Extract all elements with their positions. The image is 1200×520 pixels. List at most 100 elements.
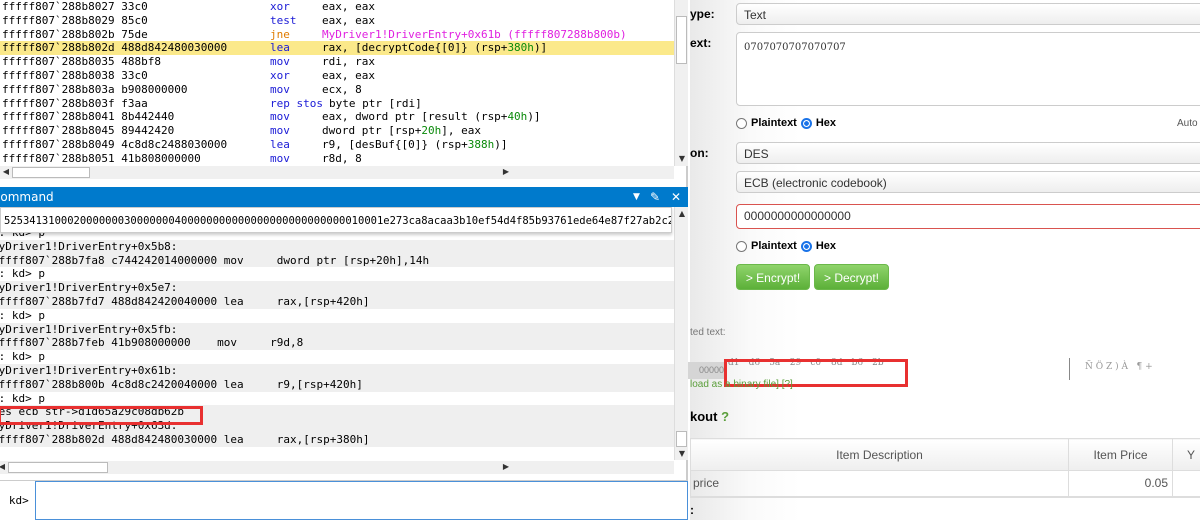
plaintext-radio[interactable] bbox=[736, 240, 747, 252]
ascii-view: Ñ Ö Z ) À ¶ + bbox=[1085, 362, 1153, 372]
col-extra: Y bbox=[1172, 438, 1200, 471]
disassembly-row[interactable]: fffff807`288b8035 488bf8 mov rdi, rax bbox=[0, 55, 674, 69]
input-text-area[interactable]: 0707070707070707 bbox=[736, 32, 1200, 106]
output-line: fffff807`288b802d 488d842480030000 lea r… bbox=[0, 432, 674, 447]
instruction-address: fffff807`288b8045 bbox=[2, 124, 115, 138]
disassembly-row[interactable]: fffff807`288b8041 8b442440 mov eax, dword … bbox=[0, 110, 674, 124]
disassembly-row[interactable]: fffff807`288b8038 33c0 xor eax, eax bbox=[0, 69, 674, 83]
disassembly-row[interactable]: fffff807`288b802d 488d842480030000 lea rax… bbox=[0, 41, 674, 56]
disassembly-row[interactable]: fffff807`288b8045 89442420 mov dword ptr [… bbox=[0, 124, 674, 138]
des-tool-page: ype: Text ext: 0707070707070707 Plaintex… bbox=[686, 0, 1200, 520]
col-description: Item Description bbox=[690, 438, 1069, 471]
scroll-down-icon[interactable]: ▼ bbox=[676, 449, 688, 458]
instruction-operands: MyDriver1!DriverEntry+0x61b (fffff807288… bbox=[322, 27, 627, 41]
radio-label: Plaintext bbox=[751, 240, 797, 252]
instruction-address: fffff807`288b802d bbox=[2, 41, 115, 55]
plaintext-radio[interactable] bbox=[736, 117, 747, 129]
hex-radio[interactable] bbox=[800, 240, 812, 252]
instruction-address: fffff807`288b8035 bbox=[2, 55, 115, 69]
output-line: MyDriver1!DriverEntry+0x5fb: bbox=[0, 322, 674, 337]
instruction-bytes: 33c0 bbox=[121, 0, 148, 13]
mode-select[interactable]: ECB (electronic codebook) bbox=[736, 171, 1200, 193]
instruction-mnemonic: xor bbox=[270, 68, 290, 82]
scroll-right-icon[interactable]: ▶ bbox=[500, 462, 512, 471]
scroll-thumb[interactable] bbox=[12, 167, 90, 178]
command-input[interactable] bbox=[35, 481, 688, 520]
disassembly-row[interactable]: fffff807`288b803f f3aa rep stos byte ptr [… bbox=[0, 97, 674, 111]
instruction-bytes: 75de bbox=[121, 27, 148, 41]
command-history-input[interactable]: 5253413100020000000300000004000000000000… bbox=[0, 207, 672, 233]
checkout-heading: kout ? bbox=[690, 409, 729, 424]
instruction-bytes: 8b442440 bbox=[121, 110, 175, 124]
disassembly-vscroll[interactable]: ▼ bbox=[674, 0, 688, 166]
instruction-operands: eax, eax bbox=[322, 0, 375, 13]
instruction-operands: byte ptr [rdi] bbox=[328, 96, 422, 110]
scroll-thumb[interactable] bbox=[676, 431, 687, 447]
function-label: on: bbox=[690, 146, 709, 160]
input-type-select[interactable]: Text bbox=[736, 3, 1200, 25]
command-prompt: 2: kd> bbox=[0, 480, 688, 520]
scroll-thumb[interactable] bbox=[8, 462, 108, 473]
scroll-thumb[interactable] bbox=[676, 16, 687, 64]
checkout-table: Item Description Item Price Y price 0.05 bbox=[690, 438, 1200, 498]
key-format-radio: Plaintext Hex bbox=[736, 240, 836, 252]
hex-radio[interactable] bbox=[800, 117, 812, 129]
instruction-bytes: 33c0 bbox=[121, 68, 148, 82]
item-price: 0.05 bbox=[1068, 470, 1173, 498]
footer-label: : bbox=[690, 503, 694, 517]
decrypt-button[interactable]: > Decrypt! bbox=[814, 264, 889, 290]
scroll-down-icon[interactable]: ▼ bbox=[676, 154, 688, 163]
instruction-address: fffff807`288b8027 bbox=[2, 0, 115, 13]
instruction-operands: dword ptr [rsp+20h], eax bbox=[322, 124, 481, 138]
instruction-operands: r8d, 8 bbox=[322, 151, 362, 165]
instruction-mnemonic: mov bbox=[270, 124, 290, 138]
instruction-bytes: f3aa bbox=[121, 96, 148, 110]
command-titlebar: Command ▼ ✎ ✕ bbox=[0, 187, 688, 207]
instruction-mnemonic: mov bbox=[270, 110, 290, 124]
instruction-bytes: 4c8d8c2488030000 bbox=[121, 137, 228, 151]
instruction-address: fffff807`288b802b bbox=[2, 27, 115, 41]
disassembly-hscroll[interactable]: ◀ ▶ bbox=[0, 166, 674, 179]
instruction-bytes: 488bf8 bbox=[121, 55, 161, 69]
download-link[interactable]: load as a binary file] [?] bbox=[690, 379, 793, 390]
scroll-right-icon[interactable]: ▶ bbox=[500, 167, 512, 176]
windbg-window: fffff807`288b8027 33c0 xor eax, eax fffff80… bbox=[0, 0, 688, 520]
function-select[interactable]: DES bbox=[736, 142, 1200, 164]
pin-icon[interactable]: ✎ bbox=[650, 187, 660, 207]
instruction-address: fffff807`288b8038 bbox=[2, 68, 115, 82]
prompt-line: 2: kd> p bbox=[0, 308, 674, 323]
scroll-left-icon[interactable]: ◀ bbox=[0, 167, 12, 176]
disassembly-row[interactable]: fffff807`288b8051 41b808000000 mov r8d, 8 bbox=[0, 152, 674, 166]
instruction-mnemonic: lea bbox=[270, 41, 290, 55]
scroll-left-icon[interactable]: ◀ bbox=[0, 462, 8, 471]
disassembly-row[interactable]: fffff807`288b802b 75de jne MyDriver1!Drive… bbox=[0, 28, 674, 42]
radio-label: Hex bbox=[815, 117, 837, 129]
disassembly-view: fffff807`288b8027 33c0 xor eax, eax fffff80… bbox=[0, 0, 674, 166]
instruction-operands: eax, eax bbox=[322, 68, 375, 82]
instruction-address: fffff807`288b8049 bbox=[2, 137, 115, 151]
output-line: fffff807`288b7fa8 c744242014000000 mov d… bbox=[0, 253, 674, 268]
disassembly-row[interactable]: fffff807`288b803a b908000000 mov ecx, 8 bbox=[0, 83, 674, 97]
instruction-operands: eax, dword ptr [result (rsp+40h)] bbox=[322, 110, 541, 124]
help-icon[interactable]: ? bbox=[721, 409, 729, 424]
command-vscroll[interactable]: ▲ ▼ bbox=[674, 207, 688, 460]
command-title: Command bbox=[0, 190, 54, 204]
scroll-up-icon[interactable]: ▲ bbox=[676, 209, 688, 218]
instruction-mnemonic: mov bbox=[270, 151, 290, 165]
instruction-address: fffff807`288b8029 bbox=[2, 13, 115, 27]
dropdown-icon[interactable]: ▼ bbox=[633, 187, 640, 207]
command-hscroll[interactable]: ◀ ▶ bbox=[0, 461, 674, 474]
encrypt-button[interactable]: > Encrypt! bbox=[736, 264, 810, 290]
disassembly-row[interactable]: fffff807`288b8029 85c0 test eax, eax bbox=[0, 14, 674, 28]
disassembly-row[interactable]: fffff807`288b8049 4c8d8c2488030000 lea r9,… bbox=[0, 138, 674, 152]
disassembly-row[interactable]: fffff807`288b8027 33c0 xor eax, eax bbox=[0, 0, 674, 14]
close-icon[interactable]: ✕ bbox=[671, 187, 681, 207]
instruction-address: fffff807`288b803f bbox=[2, 96, 115, 110]
key-input[interactable]: 0000000000000000 bbox=[736, 204, 1200, 229]
hex-offset: 00000 bbox=[686, 362, 726, 379]
output-line: fffff807`288b7fd7 488d842420040000 lea r… bbox=[0, 294, 674, 309]
instruction-mnemonic: lea bbox=[270, 137, 290, 151]
input-type-label: ype: bbox=[690, 7, 715, 21]
col-price: Item Price bbox=[1068, 438, 1173, 471]
instruction-mnemonic: mov bbox=[270, 55, 290, 69]
